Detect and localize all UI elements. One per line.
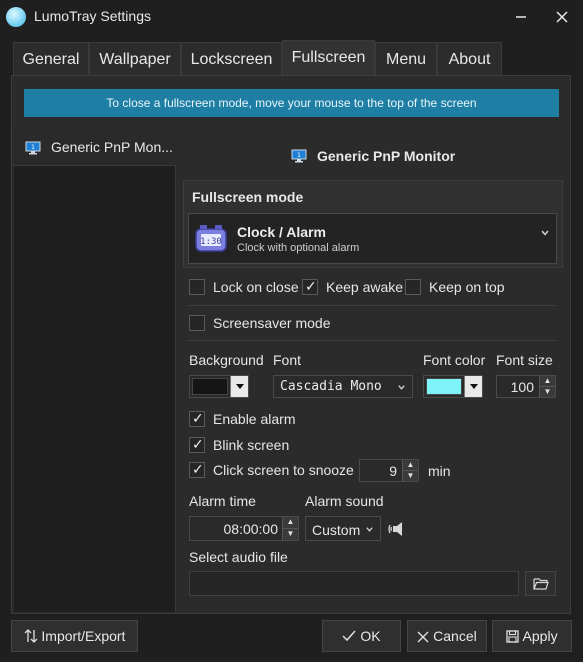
close-icon: [556, 11, 568, 23]
spin-up-icon[interactable]: ▲: [540, 376, 555, 387]
lock-on-close-label: Lock on close: [213, 279, 299, 295]
enable-alarm-checkbox[interactable]: [189, 410, 205, 427]
apply-button[interactable]: Apply: [492, 620, 572, 652]
snooze-minutes-input[interactable]: 9 ▲ ▼: [359, 459, 419, 482]
font-color-swatch: [426, 378, 462, 395]
click-to-snooze-checkbox[interactable]: [189, 461, 205, 478]
alarm-time-value: 08:00:00: [223, 521, 279, 537]
cancel-button[interactable]: Cancel: [407, 620, 487, 652]
divider: [188, 305, 556, 306]
keep-on-top-checkbox[interactable]: [405, 279, 421, 295]
monitor-list: [14, 128, 176, 612]
import-export-button[interactable]: Import/Export: [11, 620, 138, 652]
background-color-swatch: [192, 378, 228, 395]
divider: [188, 340, 556, 341]
apply-label: Apply: [522, 628, 558, 644]
tab-fullscreen[interactable]: Fullscreen: [282, 40, 375, 76]
spin-down-icon[interactable]: ▼: [540, 387, 555, 398]
selected-monitor-title: Generic PnP Monitor: [317, 148, 456, 164]
chevron-down-icon: [366, 527, 373, 532]
font-color-label: Font color: [423, 352, 486, 368]
ok-button[interactable]: OK: [322, 620, 401, 652]
enable-alarm-label: Enable alarm: [213, 411, 296, 427]
close-button[interactable]: [544, 4, 580, 30]
ok-label: OK: [360, 628, 381, 644]
window-title: LumoTray Settings: [34, 8, 151, 24]
screensaver-mode-label: Screensaver mode: [213, 315, 331, 331]
close-icon: [417, 631, 429, 643]
svg-text:1:30: 1:30: [200, 237, 222, 247]
font-size-spinner[interactable]: ▲ ▼: [539, 376, 555, 397]
font-color-dropdown-button[interactable]: [464, 376, 482, 397]
spin-up-icon[interactable]: ▲: [283, 517, 298, 529]
alarm-time-input[interactable]: 08:00:00 ▲ ▼: [189, 516, 299, 541]
tab-general[interactable]: General: [13, 42, 89, 75]
font-size-value: 100: [510, 379, 534, 395]
monitor-icon: 1: [25, 141, 41, 155]
tab-menu[interactable]: Menu: [375, 42, 437, 75]
keep-awake-checkbox[interactable]: [302, 278, 318, 295]
background-label: Background: [189, 352, 264, 368]
tab-wallpaper[interactable]: Wallpaper: [89, 42, 181, 75]
save-icon: [506, 630, 520, 643]
select-audio-file-label: Select audio file: [189, 549, 288, 565]
tab-lockscreen[interactable]: Lockscreen: [181, 42, 282, 75]
keep-awake-label: Keep awake: [326, 279, 404, 295]
screensaver-mode-checkbox[interactable]: [189, 315, 205, 331]
app-logo-icon: [6, 7, 26, 27]
fullscreen-mode-label: Fullscreen mode: [192, 189, 304, 205]
chevron-down-icon: [235, 384, 244, 389]
fullscreen-mode-subtitle: Clock with optional alarm: [237, 242, 360, 254]
tab-about[interactable]: About: [437, 42, 502, 75]
minimize-button[interactable]: [503, 4, 539, 30]
spin-down-icon[interactable]: ▼: [403, 471, 418, 482]
spin-down-icon[interactable]: ▼: [283, 529, 298, 541]
alarm-clock-icon: 1:30: [195, 225, 227, 252]
snooze-unit-label: min: [428, 463, 451, 479]
monitor-list-item-label: Generic PnP Mon...: [51, 139, 173, 155]
alarm-sound-select[interactable]: Custom: [305, 516, 381, 541]
click-to-snooze-label: Click screen to snooze: [213, 462, 354, 478]
monitor-icon: 1: [291, 149, 307, 163]
font-color-picker[interactable]: [423, 375, 483, 398]
minimize-icon: [516, 16, 526, 18]
keep-on-top-label: Keep on top: [429, 279, 505, 295]
font-size-input[interactable]: 100 ▲ ▼: [496, 375, 556, 398]
fullscreen-mode-title: Clock / Alarm: [237, 224, 326, 240]
blink-screen-checkbox[interactable]: [189, 436, 205, 453]
background-color-picker[interactable]: [189, 375, 249, 398]
lock-on-close-checkbox[interactable]: [189, 279, 205, 295]
svg-text:1: 1: [297, 152, 301, 159]
snooze-spinner[interactable]: ▲ ▼: [402, 460, 418, 481]
import-export-icon: [24, 629, 37, 643]
alarm-sound-value: Custom: [312, 522, 361, 538]
chevron-down-icon: [398, 385, 405, 390]
folder-open-icon: [533, 578, 549, 590]
spin-up-icon[interactable]: ▲: [403, 460, 418, 471]
chevron-down-icon: [541, 230, 549, 236]
cancel-label: Cancel: [433, 628, 477, 644]
checkmark-icon: [342, 630, 356, 642]
font-size-label: Font size: [496, 352, 553, 368]
font-select[interactable]: Cascadia Mono: [273, 375, 413, 398]
svg-text:1: 1: [31, 144, 35, 151]
font-select-value: Cascadia Mono: [280, 379, 382, 394]
info-banner: To close a fullscreen mode, move your mo…: [24, 89, 559, 117]
background-color-dropdown-button[interactable]: [230, 376, 248, 397]
browse-audio-file-button[interactable]: [525, 571, 556, 596]
alarm-time-label: Alarm time: [189, 493, 256, 509]
import-export-label: Import/Export: [41, 628, 126, 644]
snooze-minutes-value: 9: [389, 463, 397, 479]
alarm-sound-label: Alarm sound: [305, 493, 384, 509]
alarm-time-spinner[interactable]: ▲ ▼: [282, 517, 298, 540]
audio-file-path-input[interactable]: [189, 571, 519, 596]
chevron-down-icon: [469, 384, 478, 389]
blink-screen-label: Blink screen: [213, 437, 290, 453]
speaker-icon[interactable]: [387, 521, 407, 537]
font-label: Font: [273, 352, 302, 368]
